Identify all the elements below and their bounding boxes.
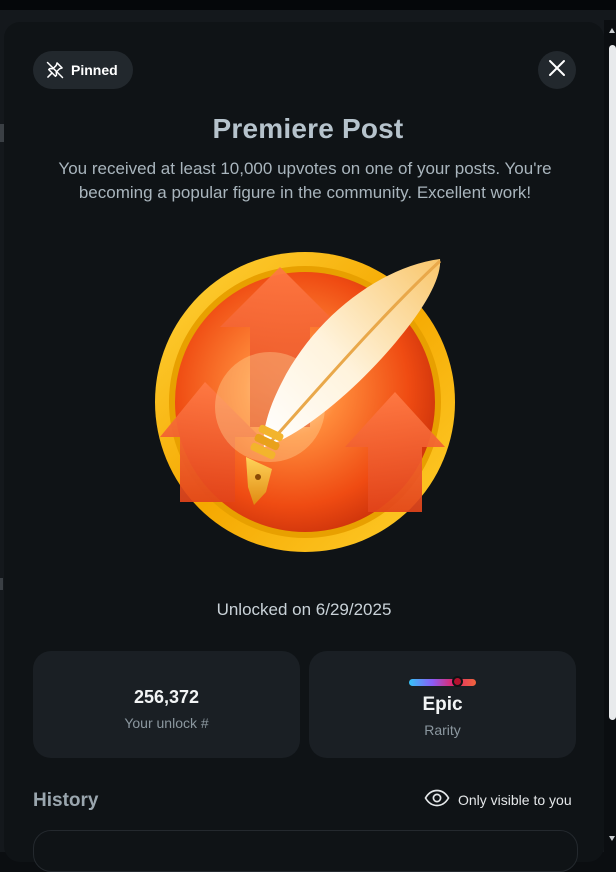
background-edge-element	[0, 578, 3, 590]
visibility-note: Only visible to you	[424, 789, 572, 810]
rarity-card: Epic Rarity	[309, 651, 576, 758]
rarity-label: Rarity	[424, 722, 461, 738]
unlock-number-label: Your unlock #	[124, 715, 209, 731]
pinned-button[interactable]: Pinned	[33, 51, 133, 89]
rarity-name: Epic	[422, 694, 463, 715]
scroll-down-arrow-icon[interactable]	[609, 836, 615, 841]
history-heading: History	[33, 790, 99, 811]
close-button[interactable]	[538, 51, 576, 89]
unlock-number: 256,372	[133, 687, 200, 707]
rarity-meter	[409, 679, 476, 686]
pin-off-icon	[45, 60, 65, 80]
pinned-label: Pinned	[71, 62, 118, 78]
achievement-title: Premiere Post	[212, 113, 404, 144]
rarity-marker	[451, 676, 463, 687]
unlocked-date: Unlocked on 6/29/2025	[216, 600, 392, 619]
top-strip	[0, 0, 616, 10]
history-card	[33, 830, 578, 872]
scrollbar-thumb[interactable]	[609, 45, 616, 720]
scroll-up-arrow-icon[interactable]	[609, 28, 615, 33]
eye-icon	[424, 789, 450, 810]
unlock-number-card: 256,372 Your unlock #	[33, 651, 300, 758]
visibility-label: Only visible to you	[458, 791, 572, 808]
achievement-badge-icon	[150, 247, 460, 557]
close-icon	[548, 59, 566, 82]
achievement-description: You received at least 10,000 upvotes on …	[58, 159, 552, 202]
